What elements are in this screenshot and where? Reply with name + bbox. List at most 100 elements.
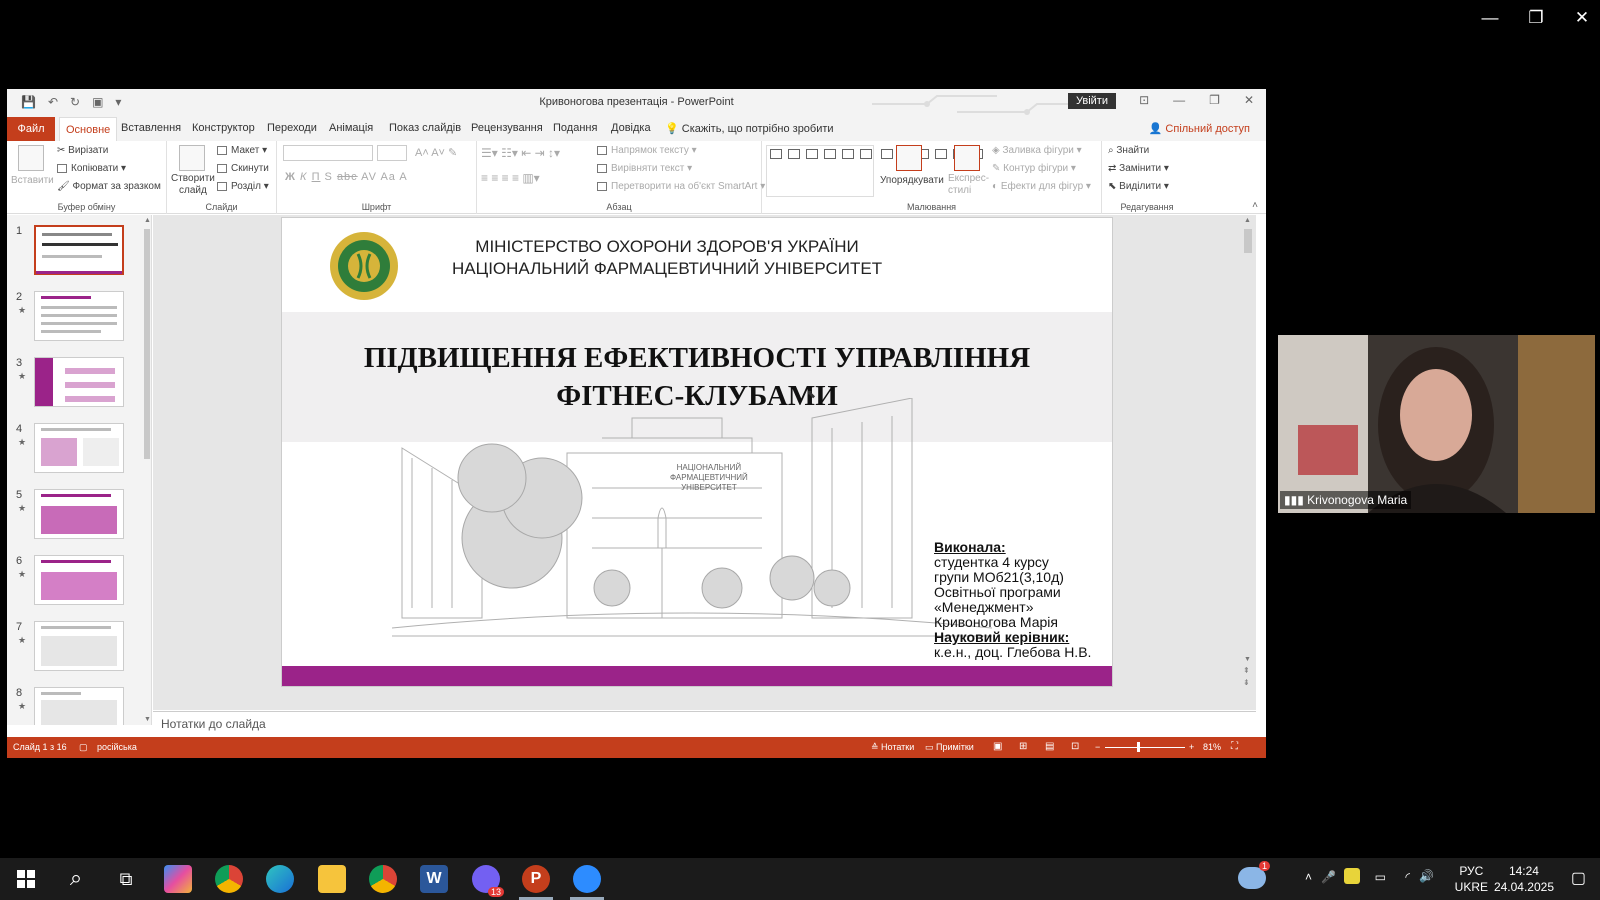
find-button[interactable]: ⌕ Знайти bbox=[1108, 145, 1149, 156]
paste-icon[interactable] bbox=[18, 145, 44, 171]
powerpoint-icon[interactable]: P bbox=[522, 865, 550, 893]
tab-slideshow[interactable]: Показ слайдів bbox=[389, 122, 461, 134]
zoom-level[interactable]: 81% bbox=[1203, 742, 1221, 752]
quick-styles-icon[interactable] bbox=[954, 145, 980, 171]
weather-icon[interactable]: 1 bbox=[1238, 861, 1270, 889]
replace-button[interactable]: ⇄ Замінити ▾ bbox=[1108, 163, 1169, 174]
zoom-minimize-button[interactable]: — bbox=[1480, 8, 1500, 28]
zoom-close-button[interactable]: ✕ bbox=[1572, 8, 1592, 28]
format-painter-button[interactable]: 🖌 Формат за зразком bbox=[57, 181, 161, 192]
copilot-icon[interactable] bbox=[164, 865, 192, 893]
chrome-profile-icon[interactable] bbox=[369, 865, 397, 893]
tell-me-box[interactable]: 💡 Скажіть, що потрібно зробити bbox=[665, 122, 834, 135]
list-buttons[interactable]: ☰▾ ☷▾ ⇤ ⇥ ↕▾ bbox=[481, 146, 560, 160]
arrange-icon[interactable] bbox=[896, 145, 922, 171]
paste-button[interactable]: Вставити bbox=[11, 175, 54, 186]
char-spacing-button[interactable]: AV bbox=[361, 171, 377, 183]
zoom-out-icon[interactable]: − bbox=[1095, 742, 1100, 752]
file-explorer-icon[interactable] bbox=[318, 865, 346, 893]
reading-view-icon[interactable]: ▤ bbox=[1045, 741, 1054, 752]
spelling-icon[interactable]: ▢ bbox=[79, 742, 88, 753]
clock[interactable]: 14:24 24.04.2025 bbox=[1494, 863, 1554, 895]
align-text-button[interactable]: Вирівняти текст ▾ bbox=[597, 163, 692, 174]
notes-toggle[interactable]: ≙ Нотатки bbox=[871, 742, 914, 753]
search-icon[interactable]: ⌕ bbox=[62, 865, 90, 893]
shapes-gallery[interactable] bbox=[766, 145, 983, 197]
shape-effects-button[interactable]: ◐ Ефекти для фігур ▾ bbox=[992, 181, 1091, 192]
fit-slide-icon[interactable]: ⛶ bbox=[1231, 741, 1238, 752]
tab-home[interactable]: Основне bbox=[59, 117, 118, 141]
zoom-slider-thumb[interactable] bbox=[1137, 742, 1140, 752]
shadow-button[interactable]: S bbox=[325, 171, 333, 183]
windows-start-icon[interactable] bbox=[12, 865, 40, 893]
thumbnail-slide-6[interactable]: 6 ★ bbox=[7, 555, 151, 615]
slide-sorter-icon[interactable]: ⊞ bbox=[1019, 741, 1027, 752]
shape-fill-button[interactable]: ◈ Заливка фігури ▾ bbox=[992, 145, 1082, 156]
thumbnail-slide-3[interactable]: 3 ★ bbox=[7, 357, 151, 417]
new-slide-icon[interactable] bbox=[179, 145, 205, 171]
arrange-button[interactable]: Упорядкувати bbox=[880, 175, 944, 186]
slide-1[interactable]: МІНІСТЕРСТВО ОХОРОНИ ЗДОРОВ'Я УКРАЇНИ НА… bbox=[281, 217, 1113, 687]
zoom-slider[interactable] bbox=[1105, 747, 1185, 748]
notes-pane[interactable]: Нотатки до слайда bbox=[153, 711, 1256, 736]
ribbon-display-options-button[interactable]: ⊡ bbox=[1139, 93, 1149, 107]
input-language[interactable]: РУС UKRE bbox=[1455, 863, 1488, 895]
layout-button[interactable]: Макет ▾ bbox=[217, 145, 267, 156]
volume-icon[interactable]: 🔊 bbox=[1419, 869, 1434, 883]
font-color-button[interactable]: A bbox=[399, 171, 407, 183]
convert-smartart-button[interactable]: Перетворити на об'єкт SmartArt ▾ bbox=[597, 181, 765, 192]
previous-slide-icon[interactable]: ⇞ bbox=[1243, 666, 1250, 675]
language-indicator[interactable]: російська bbox=[97, 742, 137, 752]
align-buttons[interactable]: ≡ ≡ ≡ ≡ ▥▾ bbox=[481, 171, 540, 185]
normal-view-icon[interactable]: ▣ bbox=[993, 741, 1002, 752]
cut-button[interactable]: ✂ Вирізати bbox=[57, 145, 108, 156]
tab-file[interactable]: Файл bbox=[7, 117, 55, 141]
ppt-restore-button[interactable]: ❐ bbox=[1209, 93, 1220, 107]
font-grow-shrink[interactable]: A˄ A˅ ✎ bbox=[415, 146, 457, 159]
battery-icon[interactable]: ▭ bbox=[1375, 870, 1386, 884]
tray-overflow-icon[interactable]: ˄ bbox=[1305, 870, 1312, 884]
thumbnail-slide-8[interactable]: 8 ★ bbox=[7, 687, 151, 725]
thumbnail-slide-4[interactable]: 4 ★ bbox=[7, 423, 151, 483]
sign-in-button[interactable]: Увійти bbox=[1068, 93, 1116, 109]
tab-review[interactable]: Рецензування bbox=[471, 122, 543, 134]
italic-button[interactable]: К bbox=[300, 171, 307, 183]
slideshow-view-icon[interactable]: ⊡ bbox=[1071, 741, 1079, 752]
next-slide-icon[interactable]: ⇟ bbox=[1243, 678, 1250, 687]
select-button[interactable]: ⬉ Виділити ▾ bbox=[1108, 181, 1169, 192]
thumbnail-slide-7[interactable]: 7 ★ bbox=[7, 621, 151, 681]
edge-icon[interactable] bbox=[266, 865, 294, 893]
ppt-minimize-button[interactable]: — bbox=[1173, 93, 1185, 107]
zoom-app-icon[interactable] bbox=[573, 865, 601, 893]
tab-insert[interactable]: Вставлення bbox=[121, 122, 181, 134]
tab-transitions[interactable]: Переходи bbox=[267, 122, 317, 134]
word-icon[interactable]: W bbox=[420, 865, 448, 893]
thumbnail-slide-5[interactable]: 5 ★ bbox=[7, 489, 151, 549]
thumbnail-slide-2[interactable]: 2 ★ bbox=[7, 291, 151, 351]
viber-icon[interactable]: 13 bbox=[472, 865, 504, 897]
tab-design[interactable]: Конструктор bbox=[192, 122, 255, 134]
quick-styles-button[interactable]: Експрес-стилі bbox=[948, 173, 989, 197]
thumbnail-slide-1[interactable]: 1 bbox=[7, 225, 151, 285]
zoom-in-icon[interactable]: + bbox=[1189, 742, 1194, 752]
thumbnails-scrollbar[interactable]: ▲ ▼ bbox=[143, 217, 151, 723]
wifi-icon[interactable]: ◜ bbox=[1405, 870, 1410, 884]
bold-button[interactable]: Ж bbox=[285, 171, 296, 183]
new-slide-button[interactable]: Створити слайд bbox=[171, 173, 215, 197]
shape-outline-button[interactable]: ✎ Контур фігури ▾ bbox=[992, 163, 1076, 174]
strikethrough-button[interactable]: abc bbox=[337, 171, 358, 183]
change-case-button[interactable]: Aa bbox=[380, 171, 395, 183]
notifications-icon[interactable]: ▢ bbox=[1571, 868, 1586, 888]
tab-animations[interactable]: Анімація bbox=[329, 122, 373, 134]
share-button[interactable]: 👤 Спільний доступ bbox=[1149, 122, 1250, 135]
chrome-icon[interactable] bbox=[215, 865, 243, 893]
font-size-box[interactable] bbox=[377, 145, 407, 161]
slide-scrollbar[interactable]: ▲ ▼ ⇞ ⇟ bbox=[1242, 217, 1254, 687]
participant-video-tile[interactable]: ▮▮▮ Krivonogova Maria bbox=[1278, 335, 1595, 513]
section-button[interactable]: Розділ ▾ bbox=[217, 181, 269, 192]
ppt-close-button[interactable]: ✕ bbox=[1244, 93, 1254, 107]
security-icon[interactable] bbox=[1344, 868, 1360, 884]
underline-button[interactable]: П bbox=[312, 171, 321, 183]
font-name-box[interactable] bbox=[283, 145, 373, 161]
collapse-ribbon-icon[interactable]: ˄ bbox=[1252, 200, 1258, 211]
